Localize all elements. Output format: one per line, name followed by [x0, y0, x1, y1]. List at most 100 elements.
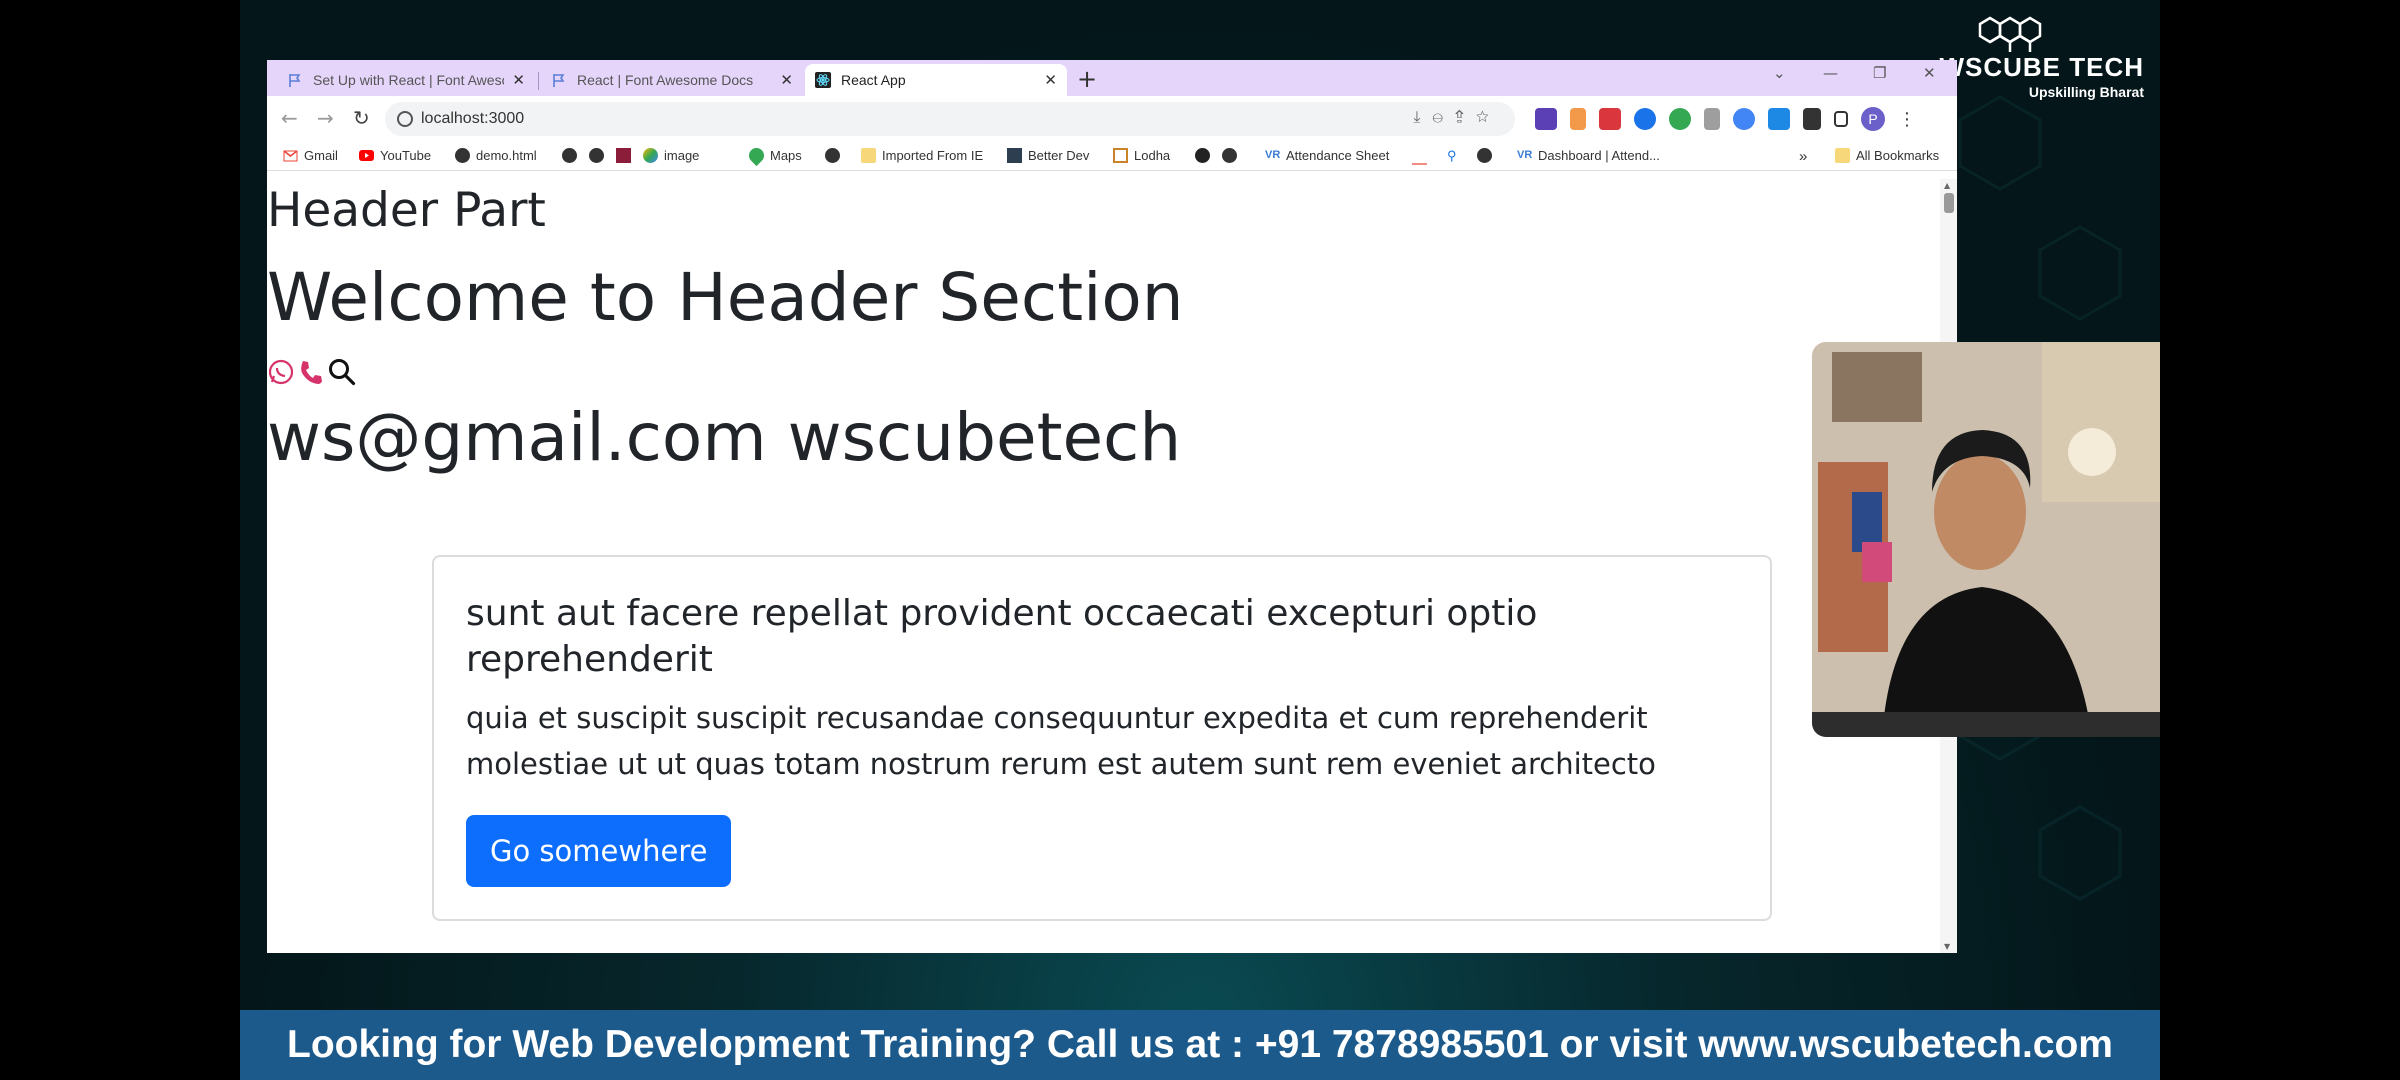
bookmark-better-dev[interactable]: Better Dev [1007, 148, 1089, 163]
browser-toolbar: ← → ↻ localhost:3000 ⤓⊖⇪☆ P ⋮ [267, 96, 1957, 142]
contact-line: ws@gmail.com wscubetech [267, 399, 1182, 476]
profile-avatar[interactable]: P [1861, 107, 1885, 131]
icon-row [267, 357, 357, 387]
bookmark-attendance[interactable]: VR Attendance Sheet [1265, 148, 1389, 163]
gmail-icon [283, 150, 298, 162]
go-icon [616, 148, 631, 163]
bookmark-ladder[interactable] [1412, 148, 1433, 165]
more-bookmarks-icon[interactable]: » [1799, 148, 1807, 165]
tab-font-awesome-docs[interactable]: React | Font Awesome Docs ✕ [541, 64, 803, 96]
omnibox-actions-icon[interactable]: ⤓⊖⇪☆ [1413, 109, 1501, 127]
sw-icon [1195, 148, 1210, 163]
header-part-heading: Header Part [267, 183, 546, 238]
extension-icon[interactable] [1634, 108, 1656, 130]
bookmark-gmail[interactable]: Gmail [283, 148, 338, 163]
whatsapp-icon[interactable] [267, 358, 295, 386]
extension-icon[interactable] [1535, 108, 1557, 130]
scroll-up-icon[interactable]: ▲ [1944, 181, 1950, 190]
wscube-logo: WSCUBE TECH Upskilling Bharat [1930, 10, 2150, 100]
bookmark-globe[interactable] [825, 148, 846, 163]
bookmark-go[interactable] [616, 148, 637, 163]
rainbow-icon [643, 148, 658, 163]
bookmark-label: image [664, 148, 700, 163]
lodha-icon [1113, 148, 1128, 163]
extensions-bar: P ⋮ [1535, 107, 1916, 131]
bookmark-globe[interactable] [589, 148, 610, 163]
welcome-heading: Welcome to Header Section [267, 259, 1184, 336]
bookmark-youtube[interactable]: YouTube [359, 148, 431, 163]
bookmark-globe[interactable] [1222, 148, 1243, 163]
back-icon[interactable]: ← [281, 106, 298, 130]
all-bookmarks[interactable]: All Bookmarks [1835, 148, 1939, 163]
reload-icon[interactable]: ↻ [353, 106, 370, 130]
globe-icon [1477, 148, 1492, 163]
bookmark-label: Maps [770, 148, 802, 163]
extension-icon[interactable] [1733, 108, 1755, 130]
bookmark-label: YouTube [380, 148, 432, 163]
map-pin-icon [745, 144, 768, 167]
go-somewhere-button[interactable]: Go somewhere [466, 815, 732, 887]
url-text: localhost:3000 [421, 110, 525, 127]
brand-name: WSCUBE TECH [1939, 52, 2144, 82]
tab-react-app[interactable]: React App ✕ [805, 64, 1067, 96]
bookmark-label: Dashboard | Attend... [1538, 148, 1660, 163]
puzzle-icon[interactable] [1803, 108, 1821, 130]
extension-icon[interactable] [1768, 108, 1790, 130]
folder-icon [1835, 148, 1850, 163]
restore-icon[interactable]: ❐ [1873, 64, 1886, 82]
window-close-icon[interactable]: ✕ [1923, 64, 1936, 82]
close-tab-icon[interactable]: ✕ [780, 71, 793, 89]
minimize-icon[interactable]: — [1823, 64, 1838, 82]
menu-dots-icon[interactable]: ⋮ [1898, 109, 1916, 130]
phone-icon[interactable] [297, 358, 325, 386]
bookmark-imported-ie[interactable]: Imported From IE [861, 148, 983, 163]
presenter-video [1812, 342, 2160, 737]
bookmark-globe[interactable] [1477, 148, 1498, 163]
card-title: sunt aut facere repellat provident occae… [466, 593, 1538, 680]
brand-tagline: Upskilling Bharat [2028, 84, 2144, 100]
bookmark-sw[interactable] [1195, 148, 1216, 163]
bookmark-image[interactable]: image [643, 148, 699, 163]
bookmark-label: demo.html [476, 148, 537, 163]
scroll-down-icon[interactable]: ▼ [1944, 942, 1950, 951]
address-bar[interactable]: localhost:3000 ⤓⊖⇪☆ [385, 102, 1515, 136]
youtube-icon [359, 150, 374, 161]
bookmark-lodha[interactable]: Lodha [1113, 148, 1170, 163]
site-info-icon[interactable] [397, 111, 413, 127]
extension-icon[interactable] [1570, 108, 1586, 130]
bookmark-label: Gmail [304, 148, 338, 163]
bookmarks-bar: Gmail YouTube demo.html image Maps Impor… [267, 142, 1957, 171]
tab-title: React App [841, 72, 906, 88]
side-panel-icon[interactable] [1834, 111, 1848, 127]
all-bookmarks-label: All Bookmarks [1856, 148, 1940, 163]
tab-title: React | Font Awesome Docs [577, 72, 754, 88]
bookmark-dashboard[interactable]: VR Dashboard | Attend... [1517, 148, 1660, 163]
promo-banner: Looking for Web Development Training? Ca… [240, 1010, 2160, 1080]
globe-icon [825, 148, 840, 163]
webcam-overlay [1812, 342, 2160, 737]
extension-icon[interactable] [1704, 108, 1720, 130]
folder-icon [861, 148, 876, 163]
globe-icon [1222, 148, 1237, 163]
tab-title: Set Up with React | Font Awesome [313, 72, 504, 88]
search-icon[interactable] [327, 357, 357, 387]
forward-icon[interactable]: → [317, 106, 334, 130]
close-tab-icon[interactable]: ✕ [512, 71, 525, 89]
bookmark-globe[interactable] [562, 148, 583, 163]
scroll-thumb[interactable] [1944, 193, 1954, 213]
flag-icon [289, 74, 301, 87]
better-dev-icon [1007, 148, 1022, 163]
tab-strip: Set Up with React | Font Awesome ✕ React… [267, 60, 1957, 96]
bookmark-label: Attendance Sheet [1286, 148, 1390, 163]
extension-icon[interactable] [1669, 108, 1691, 130]
close-tab-icon[interactable]: ✕ [1044, 71, 1057, 89]
bookmark-demo[interactable]: demo.html [455, 148, 537, 163]
search-icon: ⚲ [1447, 148, 1457, 163]
tab-search-icon[interactable]: ⌄ [1773, 64, 1786, 82]
new-tab-button[interactable]: + [1077, 64, 1097, 94]
bookmark-search[interactable]: ⚲ [1447, 148, 1468, 163]
vr-icon: VR [1265, 149, 1281, 161]
tab-font-awesome-setup[interactable]: Set Up with React | Font Awesome ✕ [277, 64, 535, 96]
extension-icon[interactable] [1599, 108, 1621, 130]
bookmark-maps[interactable]: Maps [745, 144, 802, 167]
